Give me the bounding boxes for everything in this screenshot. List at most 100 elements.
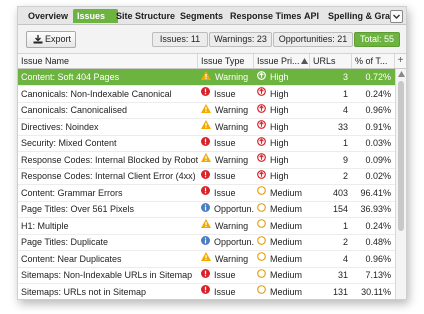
high-priority-icon bbox=[257, 119, 266, 135]
issue-type-cell: Opportun... bbox=[198, 234, 254, 250]
column-percent-total[interactable]: % of T... bbox=[352, 54, 395, 68]
percent-total-cell: 0.72% bbox=[365, 72, 391, 82]
tab-bar: Overview Issues Site Structure Segments … bbox=[18, 7, 406, 25]
high-priority-icon bbox=[257, 69, 266, 85]
issues-panel: Overview Issues Site Structure Segments … bbox=[17, 6, 407, 300]
column-issue-priority-label: Issue Pri... bbox=[257, 56, 300, 66]
issue-name-cell: Sitemaps: Non-Indexable URLs in Sitemap bbox=[21, 270, 193, 280]
scroll-up-icon bbox=[398, 71, 405, 77]
issue-priority-label: Medium bbox=[270, 237, 303, 247]
table-row[interactable]: H1: Multiple Warning Medium 1 0.24% bbox=[18, 218, 395, 235]
issue-type-label: Warning bbox=[215, 72, 249, 82]
urls-cell: 154 bbox=[332, 204, 348, 214]
tab-overflow-button[interactable] bbox=[390, 10, 403, 23]
tab-segments[interactable]: Segments bbox=[176, 9, 232, 23]
percent-total-cell: 0.91% bbox=[365, 121, 391, 132]
urls-cell: 2 bbox=[342, 171, 348, 181]
warning-icon bbox=[201, 69, 211, 85]
percent-total-cell: 0.96% bbox=[365, 253, 391, 264]
table-row[interactable]: Page Titles: Over 561 Pixels Opportun... M… bbox=[18, 201, 395, 218]
percent-total-cell: 0.48% bbox=[365, 237, 391, 247]
issue-icon bbox=[201, 135, 210, 151]
issue-priority-cell: High bbox=[254, 119, 310, 135]
warning-icon bbox=[201, 152, 211, 168]
issue-priority-cell: High bbox=[254, 168, 310, 184]
table-row[interactable]: Canonicals: Canonicalised Warning High 4 0.9… bbox=[18, 102, 395, 119]
issue-type-cell: Issue bbox=[198, 86, 254, 102]
medium-priority-icon bbox=[257, 267, 266, 283]
issue-priority-label: Medium bbox=[270, 270, 303, 280]
tab-spelling-grammar[interactable]: Spelling & Gram bbox=[324, 9, 398, 23]
issue-name-cell: Sitemaps: URLs not in Sitemap bbox=[21, 286, 147, 297]
table-row[interactable]: Directives: Noindex Warning High 33 0.91% bbox=[18, 119, 395, 136]
issue-priority-cell: High bbox=[254, 69, 310, 85]
tab-site-structure[interactable]: Site Structure bbox=[112, 9, 182, 23]
percent-total-cell: 0.24% bbox=[365, 220, 391, 231]
table-header: Issue Name Issue Type Issue Pri... URLs … bbox=[18, 54, 406, 69]
toolbar: Export Issues: 11 Warnings: 23 Opportuni… bbox=[18, 25, 406, 54]
table-row[interactable]: Content: Grammar Errors Issue Medium 403 96.… bbox=[18, 185, 395, 202]
issue-priority-cell: Medium bbox=[254, 284, 310, 300]
issue-name-cell: Page Titles: Duplicate bbox=[21, 237, 109, 247]
percent-total-cell: 0.96% bbox=[365, 105, 391, 115]
issue-icon bbox=[201, 86, 210, 102]
issue-name-cell: Canonicals: Non-Indexable Canonical bbox=[21, 88, 172, 99]
percent-total-cell: 7.13% bbox=[365, 270, 391, 280]
issue-priority-label: Medium bbox=[270, 204, 303, 214]
table-row[interactable]: Canonicals: Non-Indexable Canonical Issue… bbox=[18, 86, 395, 103]
percent-total-cell: 30.11% bbox=[361, 286, 391, 297]
vertical-scrollbar[interactable] bbox=[395, 69, 406, 299]
issue-name-cell: Content: Grammar Errors bbox=[21, 187, 123, 198]
column-urls[interactable]: URLs bbox=[310, 54, 352, 68]
opportunity-icon bbox=[201, 234, 210, 250]
export-icon bbox=[33, 35, 43, 44]
issue-type-cell: Warning bbox=[198, 251, 254, 267]
opportunity-icon bbox=[201, 201, 210, 217]
high-priority-icon bbox=[257, 152, 266, 168]
issue-icon bbox=[201, 284, 210, 300]
table-row[interactable]: Content: Near Duplicates Warning Medium 4 0.… bbox=[18, 251, 395, 268]
table-row[interactable]: Response Codes: Internal Blocked by Robo… bbox=[18, 152, 395, 169]
issue-type-cell: Warning bbox=[198, 119, 254, 135]
issue-name-cell: Canonicals: Canonicalised bbox=[21, 105, 128, 115]
issue-priority-cell: High bbox=[254, 86, 310, 102]
issue-priority-label: Medium bbox=[270, 253, 303, 264]
medium-priority-icon bbox=[257, 185, 266, 201]
issue-type-cell: Warning bbox=[198, 69, 254, 85]
export-button[interactable]: Export bbox=[26, 31, 76, 48]
issue-priority-label: High bbox=[270, 105, 289, 115]
issue-type-cell: Issue bbox=[198, 267, 254, 283]
medium-priority-icon bbox=[257, 234, 266, 250]
issue-priority-cell: Medium bbox=[254, 267, 310, 283]
urls-cell: 4 bbox=[342, 105, 348, 115]
table-row[interactable]: Response Codes: Internal Client Error (4… bbox=[18, 168, 395, 185]
table-row[interactable]: Sitemaps: URLs not in Sitemap Issue Medium… bbox=[18, 284, 395, 300]
table-row[interactable]: Sitemaps: Non-Indexable URLs in Sitemap I… bbox=[18, 267, 395, 284]
add-column-button[interactable]: + bbox=[395, 54, 406, 69]
issue-priority-label: Medium bbox=[270, 220, 303, 231]
issue-icon bbox=[201, 267, 210, 283]
percent-total-cell: 0.24% bbox=[365, 88, 391, 99]
urls-cell: 9 bbox=[342, 154, 348, 165]
issue-priority-cell: Medium bbox=[254, 201, 310, 217]
issue-type-label: Issue bbox=[214, 270, 236, 280]
tab-response-times[interactable]: Response Times bbox=[226, 9, 306, 23]
chevron-down-icon bbox=[393, 14, 400, 19]
table-row[interactable]: Page Titles: Duplicate Opportun... Medium 2… bbox=[18, 234, 395, 251]
tab-overview[interactable]: Overview bbox=[24, 9, 79, 23]
issue-priority-label: High bbox=[270, 171, 289, 181]
issues-count: Issues: 11 bbox=[152, 32, 208, 47]
column-issue-type[interactable]: Issue Type bbox=[198, 54, 254, 68]
table-row[interactable]: Security: Mixed Content Issue High 1 0.03% bbox=[18, 135, 395, 152]
issue-type-cell: Issue bbox=[198, 135, 254, 151]
medium-priority-icon bbox=[257, 201, 266, 217]
table-row[interactable]: Content: Soft 404 Pages Warning High 3 0.72% bbox=[18, 69, 395, 86]
urls-cell: 33 bbox=[337, 121, 348, 132]
scrollbar-thumb[interactable] bbox=[398, 81, 404, 231]
issue-type-label: Warning bbox=[215, 253, 249, 264]
issue-type-cell: Issue bbox=[198, 284, 254, 300]
column-issue-name[interactable]: Issue Name bbox=[18, 54, 198, 68]
issue-icon bbox=[201, 185, 210, 201]
issue-type-cell: Warning bbox=[198, 218, 254, 234]
issue-type-label: Opportun... bbox=[214, 204, 254, 214]
